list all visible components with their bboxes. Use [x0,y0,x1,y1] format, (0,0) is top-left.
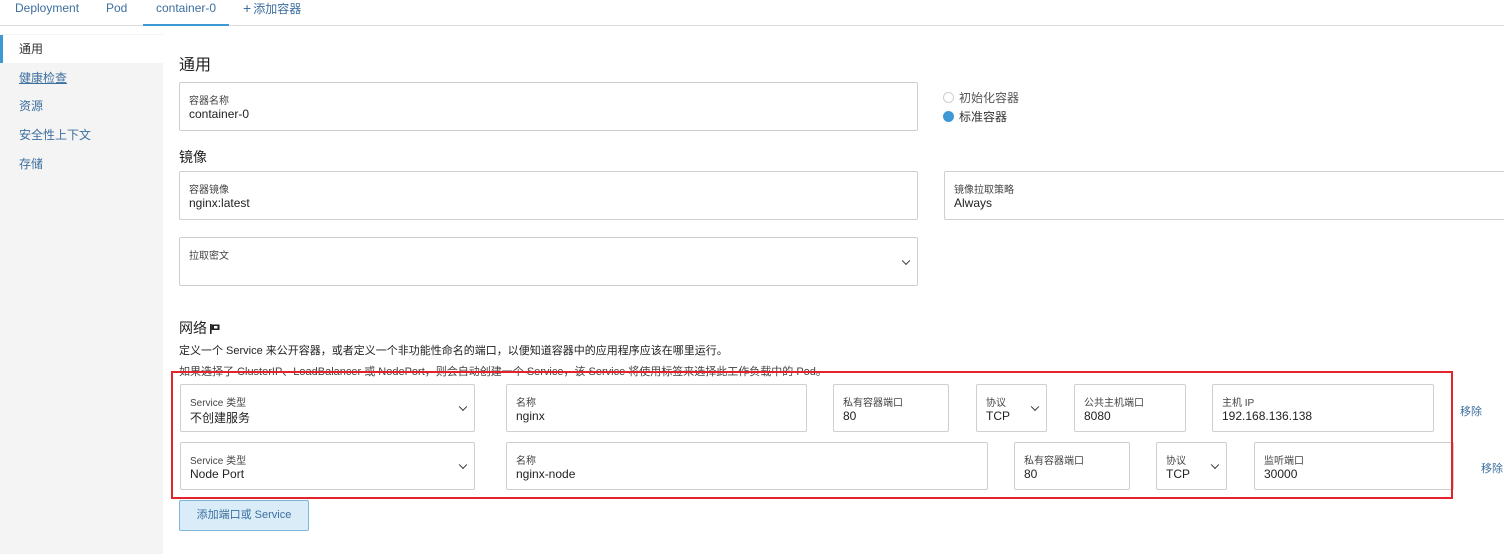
port-name-value: nginx [516,409,545,423]
chevron-down-icon [1210,460,1220,470]
pull-secret-label: 拉取密文 [189,251,229,262]
add-container-tab[interactable]: + 添加容器 [243,0,301,26]
protocol-value: TCP [1166,467,1190,481]
port-name-field[interactable]: 名称 nginx-node [506,442,988,490]
network-title-text: 网络 [179,320,207,336]
public-port-field[interactable]: 公共主机端口 8080 [1074,384,1186,432]
protocol-label: 协议 [986,398,1006,409]
sidebar-item-health-check[interactable]: 健康检查 [0,64,163,92]
remove-port-button[interactable]: 移除 [1481,460,1503,476]
radio-circle [943,92,954,103]
pull-policy-label: 镜像拉取策略 [954,185,1014,196]
sidebar-item-label: 健康检查 [19,71,68,85]
public-port-label: 公共主机端口 [1084,398,1144,409]
private-port-label: 私有容器端口 [1024,456,1084,467]
sidebar-item-storage[interactable]: 存储 [0,150,163,178]
service-type-label: Service 类型 [190,456,247,467]
private-port-value: 80 [843,409,857,423]
container-image-value: nginx:latest [189,196,250,210]
plus-icon: + [243,0,252,16]
chevron-down-icon [1030,402,1040,412]
section-title-network: 网络 [179,318,220,338]
radio-standard-container[interactable]: 标准容器 [943,108,1007,125]
host-ip-label: 主机 IP [1222,398,1255,409]
port-name-label: 名称 [516,456,536,467]
private-port-label: 私有容器端口 [843,398,903,409]
container-image-field[interactable]: 容器镜像 nginx:latest [179,171,918,220]
sidebar-item-label: 安全性上下文 [19,128,92,142]
protocol-value: TCP [986,409,1010,423]
sidebar-item-general[interactable]: 通用 [0,35,163,63]
service-type-label: Service 类型 [190,398,247,409]
network-description-service: 如果选择了 ClusterIP、LoadBalancer 或 NodePort，… [179,366,827,378]
chevron-down-icon [901,256,911,265]
sidebar-item-label: 通用 [19,42,44,56]
resource-tabs: Deployment Pod container-0 + 添加容器 [0,0,1504,26]
main-content: 通用 容器名称 container-0 初始化容器 标准容器 镜像 容器镜像 n… [163,26,1504,554]
pull-secret-select[interactable]: 拉取密文 [179,237,918,286]
tab-container-0[interactable]: container-0 [143,0,230,26]
remove-port-button[interactable]: 移除 [1460,403,1482,419]
protocol-select[interactable]: 协议 TCP [976,384,1047,432]
public-port-value: 8080 [1084,409,1111,423]
service-type-value: Node Port [190,467,245,481]
container-name-label: 容器名称 [189,96,229,107]
radio-circle-checked [943,111,954,122]
section-title-general: 通用 [179,57,212,74]
radio-init-container[interactable]: 初始化容器 [943,89,1019,106]
pull-policy-select[interactable]: 镜像拉取策略 Always [944,171,1504,220]
private-port-field[interactable]: 私有容器端口 80 [1014,442,1130,490]
protocol-label: 协议 [1166,456,1186,467]
sidebar: 通用 健康检查 资源 安全性上下文 存储 [0,34,163,554]
network-description: 定义一个 Service 来公开容器，或者定义一个非功能性命名的端口，以便知道容… [179,345,728,357]
add-port-button[interactable]: 添加端口或 Service [179,500,309,531]
tab-deployment[interactable]: Deployment [15,0,79,26]
pull-policy-value: Always [954,196,993,210]
section-title-image: 镜像 [179,149,207,165]
service-type-value: 不创建服务 [190,411,251,425]
sidebar-item-label: 资源 [19,99,44,113]
protocol-select[interactable]: 协议 TCP [1156,442,1227,490]
add-container-label: 添加容器 [253,2,302,16]
host-ip-field[interactable]: 主机 IP 192.168.136.138 [1212,384,1434,432]
chevron-down-icon [458,460,468,470]
chevron-down-icon [458,402,468,412]
tab-pod[interactable]: Pod [106,0,127,26]
container-name-field[interactable]: 容器名称 container-0 [179,82,918,131]
radio-label: 初始化容器 [959,91,1020,105]
service-type-select[interactable]: Service 类型 Node Port [180,442,475,490]
flag-icon [210,324,220,334]
radio-label: 标准容器 [959,110,1008,124]
sidebar-item-security-context[interactable]: 安全性上下文 [0,121,163,149]
sidebar-item-resources[interactable]: 资源 [0,92,163,120]
service-type-select[interactable]: Service 类型 不创建服务 [180,384,475,432]
port-name-value: nginx-node [516,467,576,481]
container-image-label: 容器镜像 [189,185,229,196]
sidebar-item-label: 存储 [19,157,44,171]
port-name-label: 名称 [516,398,536,409]
listen-port-value: 30000 [1264,467,1298,481]
listen-port-field[interactable]: 监听端口 30000 [1254,442,1454,490]
private-port-field[interactable]: 私有容器端口 80 [833,384,949,432]
listen-port-label: 监听端口 [1264,456,1304,467]
host-ip-value: 192.168.136.138 [1222,409,1313,423]
private-port-value: 80 [1024,467,1038,481]
container-name-value: container-0 [189,107,250,121]
port-name-field[interactable]: 名称 nginx [506,384,807,432]
